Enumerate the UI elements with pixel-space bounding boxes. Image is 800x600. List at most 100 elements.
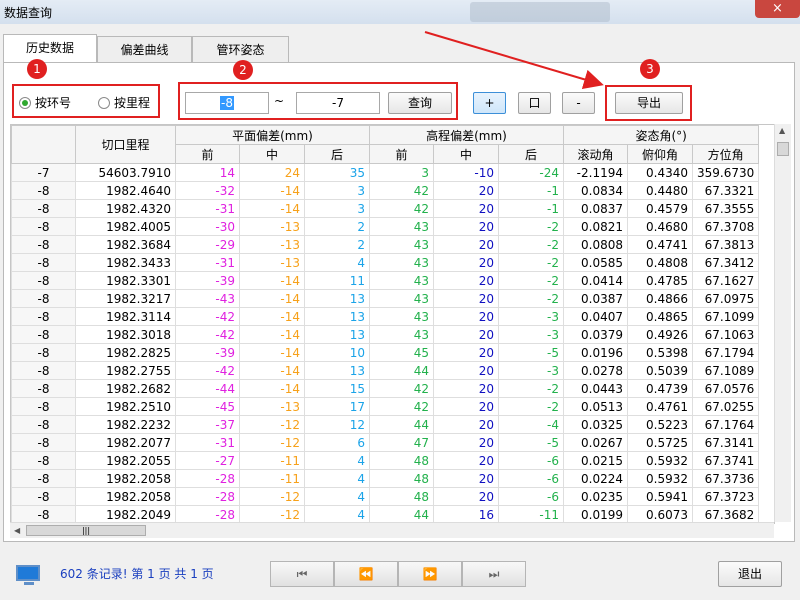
horizontal-scrollbar[interactable]: ◀ ||| <box>10 522 774 538</box>
table-row[interactable]: -8 1982.2755 -42 -14 13 44 20 -3 0.0278 0.5039 67.… <box>11 361 760 380</box>
table-cell: 1982.3684 <box>75 235 176 254</box>
table-cell: 0.0834 <box>563 181 628 200</box>
scroll-left-icon[interactable]: ◀ <box>14 526 20 535</box>
horizontal-scroll-thumb[interactable]: ||| <box>26 525 146 536</box>
table-row[interactable]: -8 1982.3217 -43 -14 13 43 20 -2 0.0387 0.4866 67.… <box>11 289 760 308</box>
table-cell: 20 <box>433 361 499 380</box>
row-ring-number: -8 <box>11 361 76 380</box>
export-button[interactable]: 导出 <box>615 92 683 114</box>
row-ring-number: -8 <box>11 505 76 523</box>
table-row[interactable]: -8 1982.2232 -37 -12 12 44 20 -4 0.0325 0.5223 67.… <box>11 415 760 434</box>
table-cell: 0.0837 <box>563 199 628 218</box>
table-cell: 1982.3114 <box>75 307 176 326</box>
table-row[interactable]: -8 1982.3301 -39 -14 11 43 20 -2 0.0414 0.4785 67.… <box>11 271 760 290</box>
row-ring-number: -8 <box>11 181 76 200</box>
table-cell: -12 <box>239 505 305 523</box>
table-cell: -5 <box>498 433 564 452</box>
table-cell: 43 <box>369 217 434 236</box>
table-cell: 13 <box>304 361 370 380</box>
table-cell: 48 <box>369 487 434 506</box>
table-row[interactable]: -8 1982.2682 -44 -14 15 42 20 -2 0.0443 0.4739 67.… <box>11 379 760 398</box>
table-cell: 2 <box>304 235 370 254</box>
table-row[interactable]: -8 1982.2825 -39 -14 10 45 20 -5 0.0196 0.5398 67.… <box>11 343 760 362</box>
record-status-text: 602 条记录! 第 1 页 共 1 页 <box>60 567 214 581</box>
radio-by-mileage[interactable]: 按里程 <box>98 94 150 111</box>
table-cell: -28 <box>175 505 240 523</box>
zoom-in-button[interactable]: + <box>473 92 506 114</box>
table-cell: 44 <box>369 415 434 434</box>
prev-page-icon: ⏪ <box>358 567 374 581</box>
row-ring-number: -8 <box>11 253 76 272</box>
table-row[interactable]: -8 1982.4320 -31 -14 3 42 20 -1 0.0837 0.4579 67.3… <box>11 199 760 218</box>
table-cell: 67.3141 <box>691 433 760 452</box>
next-page-button[interactable]: ⏩ <box>398 561 462 587</box>
table-cell: 67.3813 <box>691 235 760 254</box>
table-cell: -3 <box>498 307 564 326</box>
query-button[interactable]: 查询 <box>388 92 452 114</box>
table-cell: -2 <box>498 271 564 290</box>
table-cell: 20 <box>433 325 499 344</box>
vertical-scrollbar[interactable]: ▲ <box>774 124 791 522</box>
table-row[interactable]: -8 1982.3684 -29 -13 2 43 20 -2 0.0808 0.4741 67.3… <box>11 235 760 254</box>
table-cell: -5 <box>498 343 564 362</box>
table-row[interactable]: -8 1982.3114 -42 -14 13 43 20 -3 0.0407 0.4865 67.… <box>11 307 760 326</box>
table-cell: 67.1089 <box>691 361 760 380</box>
table-cell: 20 <box>433 415 499 434</box>
table-cell: -2 <box>498 379 564 398</box>
table-cell: -29 <box>175 235 240 254</box>
table-row[interactable]: -7 54603.7910 14 24 35 3 -10 -24 -2.1194 0.4340 35… <box>11 163 760 182</box>
table-cell: 0.6073 <box>627 505 693 523</box>
last-page-button[interactable]: ⏭ <box>462 561 526 587</box>
first-page-button[interactable]: ⏮ <box>270 561 334 587</box>
table-row[interactable]: -8 1982.2058 -28 -12 4 48 20 -6 0.0235 0.5941 67.3… <box>11 487 760 506</box>
table-row[interactable]: -8 1982.2510 -45 -13 17 42 20 -2 0.0513 0.4761 67.… <box>11 397 760 416</box>
table-row[interactable]: -8 1982.2077 -31 -12 6 47 20 -5 0.0267 0.5725 67.3… <box>11 433 760 452</box>
range-to-input[interactable]: -7 <box>296 92 380 114</box>
table-cell: 0.0387 <box>563 289 628 308</box>
data-grid[interactable]: 切口里程 平面偏差(mm) 高程偏差(mm) 姿态角(°) 前 中 后 前 中 … <box>10 124 775 524</box>
table-row[interactable]: -8 1982.3433 -31 -13 4 43 20 -2 0.0585 0.4808 67.3… <box>11 253 760 272</box>
monitor-stand <box>24 582 34 585</box>
prev-page-button[interactable]: ⏪ <box>334 561 398 587</box>
zoom-out-button[interactable]: - <box>562 92 595 114</box>
table-cell: 67.0576 <box>691 379 760 398</box>
zoom-box-button[interactable]: 口 <box>518 92 551 114</box>
table-cell: 0.0414 <box>563 271 628 290</box>
table-cell: -3 <box>498 361 564 380</box>
table-row[interactable]: -8 1982.2058 -28 -11 4 48 20 -6 0.0224 0.5932 67.3… <box>11 469 760 488</box>
table-cell: 0.0443 <box>563 379 628 398</box>
scroll-up-icon[interactable]: ▲ <box>779 126 785 135</box>
table-row[interactable]: -8 1982.2049 -28 -12 4 44 16 -11 0.0199 0.6073 67.… <box>11 505 760 523</box>
range-from-input[interactable]: -8 <box>185 92 269 114</box>
table-cell: 42 <box>369 199 434 218</box>
table-cell: 3 <box>369 163 434 182</box>
data-table: 切口里程 平面偏差(mm) 高程偏差(mm) 姿态角(°) 前 中 后 前 中 … <box>11 125 760 523</box>
table-cell: 43 <box>369 271 434 290</box>
table-row[interactable]: -8 1982.4005 -30 -13 2 43 20 -2 0.0821 0.4680 67.3… <box>11 217 760 236</box>
table-cell: 15 <box>304 379 370 398</box>
table-cell: 16 <box>433 505 499 523</box>
table-cell: -6 <box>498 469 564 488</box>
table-cell: 67.1627 <box>691 271 760 290</box>
table-cell: -44 <box>175 379 240 398</box>
table-cell: 0.5941 <box>627 487 693 506</box>
table-cell: 1982.2825 <box>75 343 176 362</box>
table-cell: 1982.2058 <box>75 469 176 488</box>
vertical-scroll-thumb[interactable] <box>777 142 789 156</box>
table-row[interactable]: -8 1982.4640 -32 -14 3 42 20 -1 0.0834 0.4480 67.3… <box>11 181 760 200</box>
row-header-corner <box>11 125 76 164</box>
exit-button[interactable]: 退出 <box>718 561 782 587</box>
radio-by-ring[interactable]: 按环号 <box>19 94 71 111</box>
table-cell: 54603.7910 <box>75 163 176 182</box>
table-row[interactable]: -8 1982.2055 -27 -11 4 48 20 -6 0.0215 0.5932 67.3… <box>11 451 760 470</box>
table-cell: 6 <box>304 433 370 452</box>
table-cell: 67.3555 <box>691 199 760 218</box>
table-cell: 4 <box>304 505 370 523</box>
table-row[interactable]: -8 1982.3018 -42 -14 13 43 20 -3 0.0379 0.4926 67.… <box>11 325 760 344</box>
table-cell: 0.0215 <box>563 451 628 470</box>
table-cell: 47 <box>369 433 434 452</box>
table-cell: -42 <box>175 307 240 326</box>
table-cell: 0.0199 <box>563 505 628 523</box>
table-cell: 67.3321 <box>691 181 760 200</box>
table-cell: 45 <box>369 343 434 362</box>
